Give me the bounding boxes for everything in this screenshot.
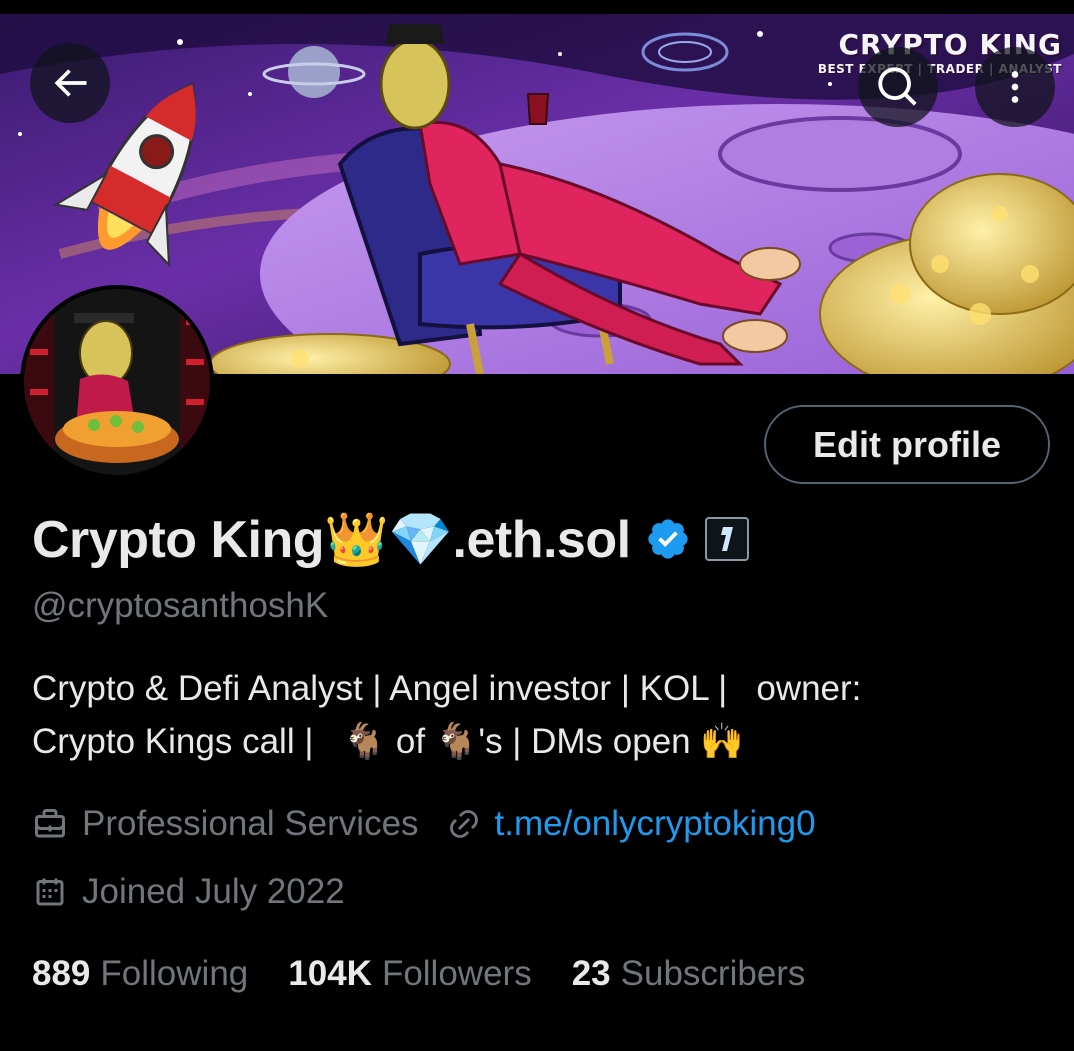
more-vertical-icon <box>1011 71 1019 103</box>
profile-stats: 889 Following 104K Followers 23 Subscribers <box>32 948 845 1000</box>
profile-bio: Crypto & Defi Analyst | Angel investor |… <box>32 662 1032 768</box>
avatar-image <box>24 289 210 475</box>
back-button[interactable] <box>30 43 110 123</box>
search-icon <box>878 67 917 106</box>
verified-badge-icon[interactable] <box>645 516 691 562</box>
edit-profile-button[interactable]: Edit profile <box>764 405 1050 484</box>
profile-meta-row: Professional Services t.me/onlycryptokin… <box>32 800 816 848</box>
joined-date: Joined July 2022 <box>82 872 345 911</box>
briefcase-icon <box>32 806 68 842</box>
display-name: Crypto King👑💎.eth.sol <box>32 510 631 569</box>
arrow-left-icon <box>54 69 87 97</box>
profile-website-link[interactable]: t.me/onlycryptoking0 <box>495 804 816 844</box>
avatar[interactable] <box>20 285 214 479</box>
followers-stat[interactable]: 104K Followers <box>288 954 531 994</box>
followers-count: 104K <box>288 954 372 993</box>
followers-label: Followers <box>381 954 532 993</box>
display-name-row: Crypto King👑💎.eth.sol <box>32 506 749 572</box>
professional-category: Professional Services <box>82 804 419 843</box>
profile-joined-row: Joined July 2022 <box>32 868 345 916</box>
bio-line: Crypto Kings call | 🐐 of 🐐's | DMs open … <box>32 722 744 761</box>
user-handle: @cryptosanthoshK <box>32 586 329 625</box>
following-count: 889 <box>32 954 91 993</box>
subscribers-label: Subscribers <box>620 954 806 993</box>
following-label: Following <box>100 954 249 993</box>
more-options-button[interactable] <box>975 47 1055 127</box>
link-icon <box>447 807 481 841</box>
affiliate-badge-icon[interactable] <box>704 517 749 561</box>
subscribers-count: 23 <box>571 954 611 993</box>
subscribers-stat[interactable]: 23 Subscribers <box>572 954 806 994</box>
calendar-icon <box>32 874 68 910</box>
bio-line: Crypto & Defi Analyst | Angel investor |… <box>32 669 862 708</box>
following-stat[interactable]: 889 Following <box>32 954 248 994</box>
search-button[interactable] <box>858 47 938 127</box>
